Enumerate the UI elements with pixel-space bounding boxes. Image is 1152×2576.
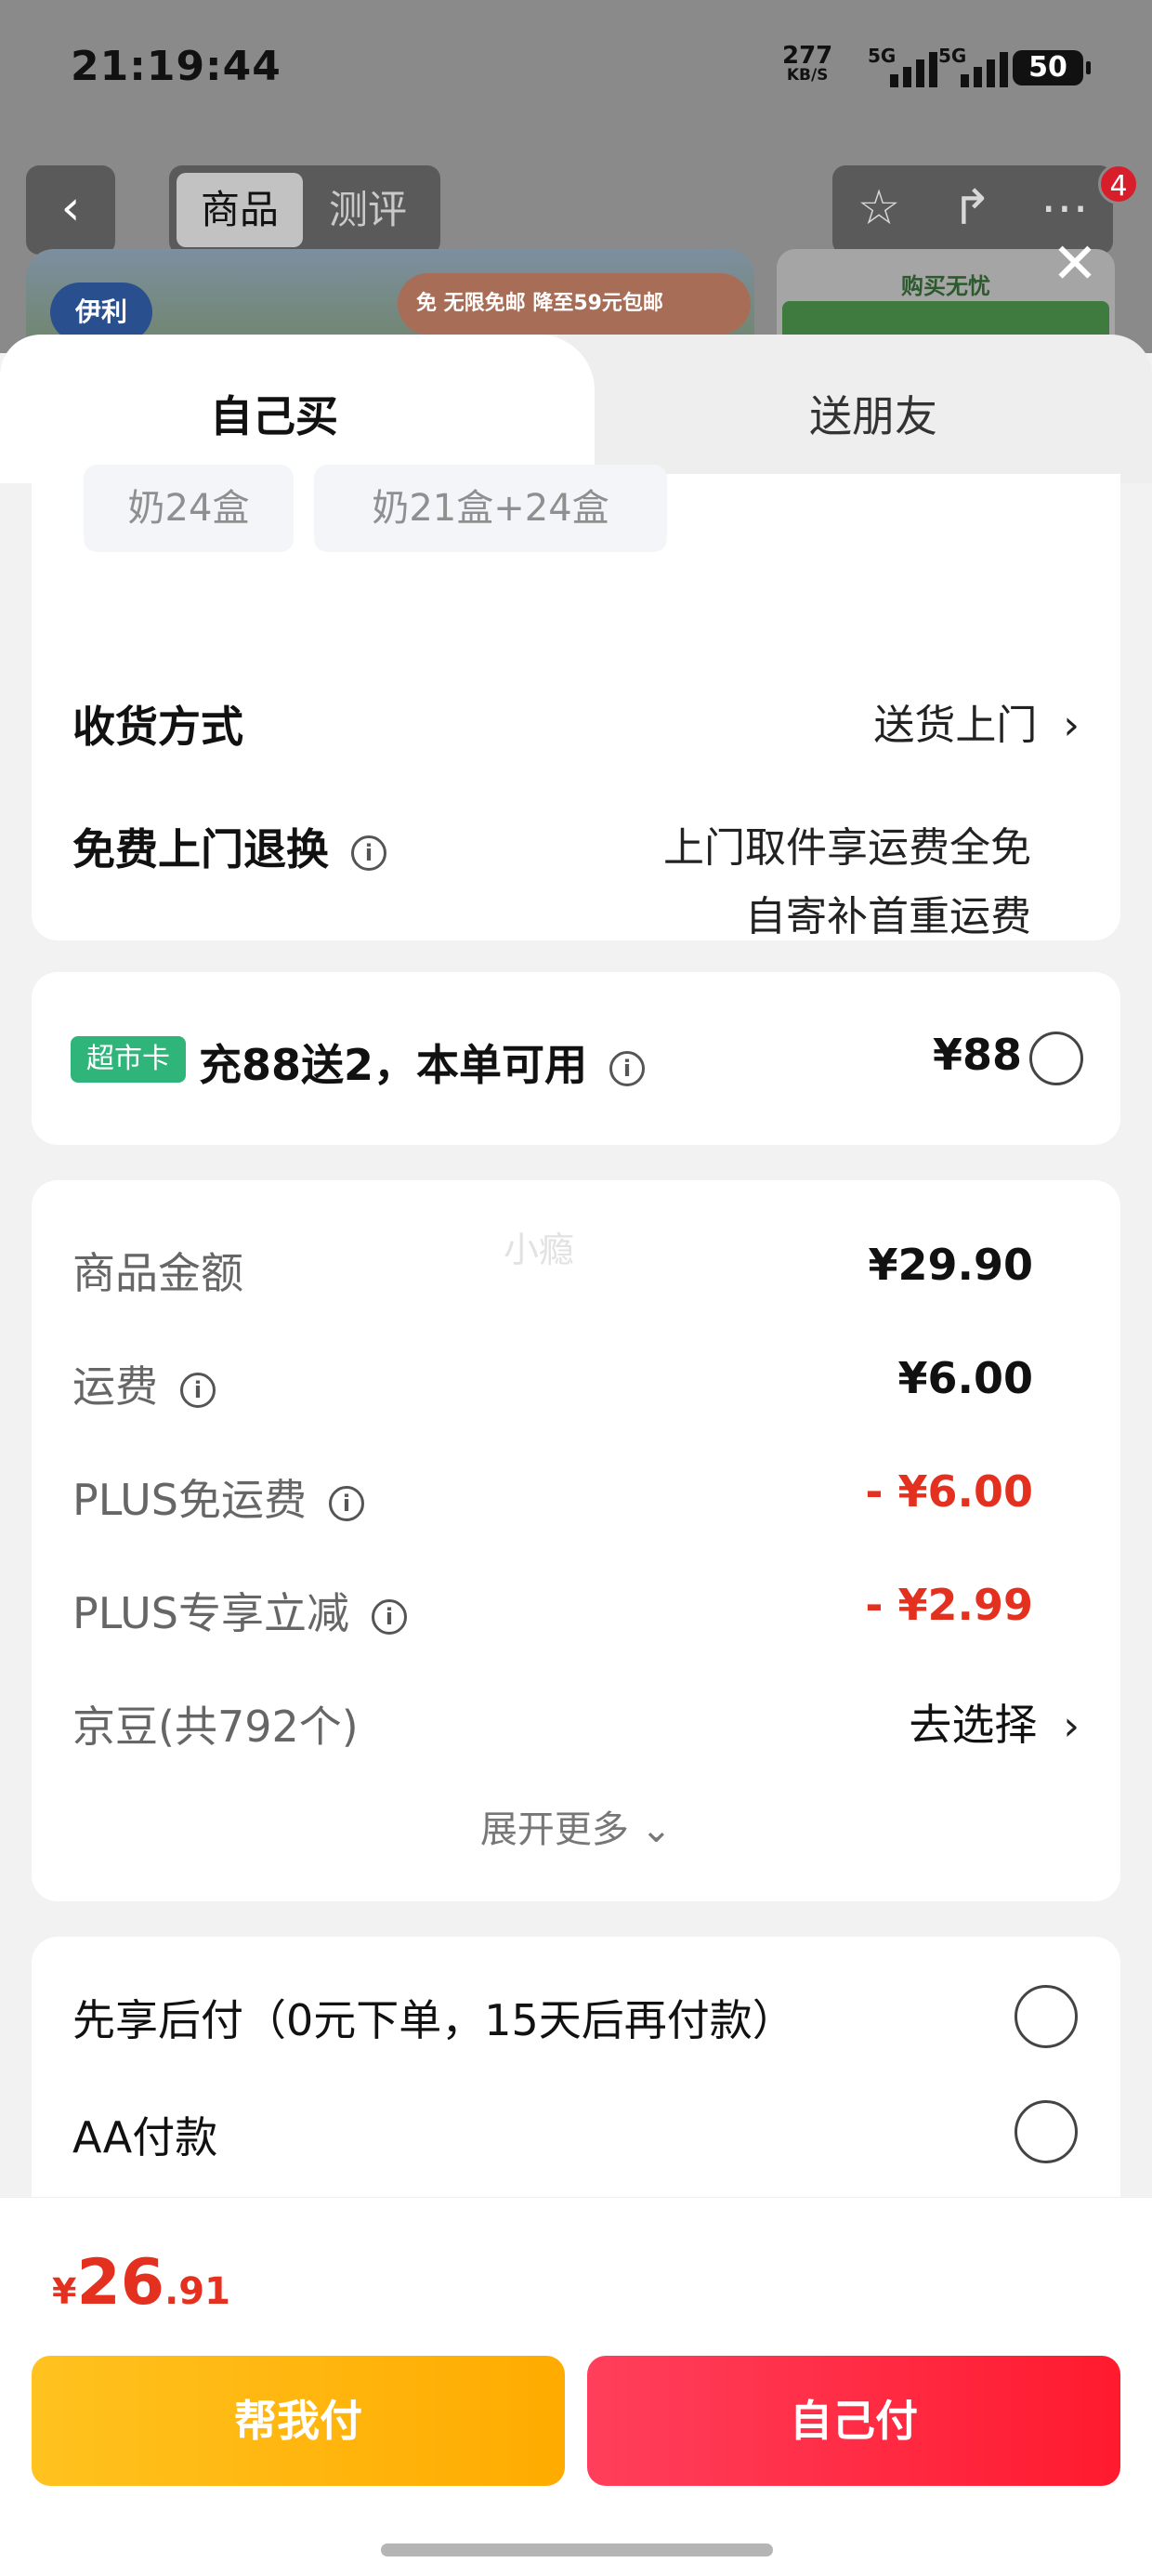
back-button[interactable]: ‹: [26, 165, 115, 255]
fee-card: 小瘾 商品金额 ¥29.90 运费 i ¥6.00 PLUS免运费 i - ¥6.0…: [32, 1180, 1120, 1901]
returns-label-text: 免费上门退换: [72, 824, 329, 874]
watermark: 小瘾: [504, 1229, 575, 1270]
chevron-left-icon: ‹: [60, 180, 81, 236]
fee-label-plus-discount: PLUS专享立减 i: [72, 1580, 407, 1641]
fee-label-plus-free-shipping: PLUS免运费 i: [72, 1466, 364, 1528]
delivery-label: 收货方式: [72, 702, 243, 752]
market-card-tag: 超市卡: [71, 1036, 186, 1083]
close-icon[interactable]: ✕: [1048, 236, 1102, 294]
status-time: 21:19:44: [71, 43, 281, 90]
fee-label-shipping: 运费 i: [72, 1353, 216, 1414]
market-card-radio[interactable]: [1029, 1032, 1083, 1085]
cart-badge: 4: [1098, 164, 1139, 204]
star-icon[interactable]: ☆: [832, 165, 925, 255]
promo-text: 免 无限免邮 降至59元包邮: [398, 273, 751, 335]
market-card-text: 充88送2，本单可用 i: [199, 1032, 646, 1093]
signal-label: 5G: [868, 45, 897, 67]
total-price: ¥26.91: [52, 2246, 230, 2320]
signal-icon: 5G: [868, 45, 942, 87]
fee-label-plus-free-shipping-text: PLUS免运费: [72, 1475, 307, 1525]
returns-line2: 自寄补首重运费: [745, 893, 1031, 940]
returns-line1: 上门取件享运费全免: [663, 824, 1031, 872]
info-icon[interactable]: i: [351, 835, 386, 871]
chevron-right-icon: ›: [1063, 702, 1080, 749]
home-indicator[interactable]: [381, 2543, 773, 2556]
fee-label-jingdou: 京豆(共792个): [72, 1702, 359, 1752]
aa-pay-label: AA付款: [72, 2112, 218, 2162]
fee-label-goods: 商品金额: [72, 1248, 243, 1298]
market-card-offer: 充88送2，本单可用: [199, 1040, 588, 1090]
tab-reviews[interactable]: 测评: [305, 173, 431, 247]
market-card: 超市卡 充88送2，本单可用 i ¥88: [32, 972, 1120, 1145]
net-speed-unit: KB/S: [786, 66, 829, 85]
fee-value-plus-free-shipping: - ¥6.00: [865, 1466, 1033, 1517]
status-bar: 21:19:44 277 KB/S 5G 5G 50: [0, 0, 1152, 139]
jingdou-select-label: 去选择: [909, 1700, 1038, 1750]
total-currency: ¥: [52, 2271, 77, 2312]
header-tabs: 商品 测评: [169, 165, 440, 255]
fee-label-plus-discount-text: PLUS专享立减: [72, 1588, 349, 1638]
delivery-card: 奶24盒 奶21盒+24盒 收货方式 送货上门 › 免费上门退换 i 上门取件享运费…: [32, 465, 1120, 940]
fee-value-plus-discount: - ¥2.99: [865, 1580, 1033, 1630]
fee-label-shipping-text: 运费: [72, 1361, 158, 1412]
info-icon[interactable]: i: [328, 1485, 364, 1521]
jingdou-select[interactable]: 去选择 ›: [909, 1691, 1080, 1753]
total-decimal: .91: [164, 2270, 230, 2313]
fee-value-shipping: ¥6.00: [897, 1353, 1033, 1403]
returns-label: 免费上门退换 i: [72, 816, 386, 877]
delivery-method[interactable]: 送货上门 ›: [873, 691, 1080, 751]
battery-icon: 50: [1013, 50, 1091, 85]
pay-later-label: 先享后付（0元下单，15天后再付款）: [72, 1995, 795, 2045]
checkout-bar: ¥26.91 帮我付 自己付: [0, 2197, 1152, 2576]
signal-icon-2: 5G: [938, 45, 1013, 87]
info-icon[interactable]: i: [180, 1372, 216, 1408]
share-icon[interactable]: ↱: [925, 165, 1018, 255]
aa-pay-radio[interactable]: [1015, 2100, 1078, 2163]
chevron-right-icon: ›: [1063, 1702, 1080, 1750]
self-pay-button[interactable]: 自己付: [587, 2356, 1120, 2486]
tab-friend-label: 送朋友: [809, 391, 937, 441]
network-speed: 277 KB/S: [782, 44, 832, 85]
signal-label-2: 5G: [938, 45, 967, 67]
info-icon[interactable]: i: [371, 1598, 407, 1635]
info-icon[interactable]: i: [609, 1050, 646, 1086]
sheet-tabs: 自己买 送朋友: [0, 335, 1152, 483]
chevron-down-icon: ⌄: [640, 1808, 673, 1851]
market-card-price: ¥88: [933, 1030, 1023, 1080]
expand-more[interactable]: 展开更多 ⌄: [32, 1799, 1120, 1853]
help-pay-button[interactable]: 帮我付: [32, 2356, 565, 2486]
pay-later-radio[interactable]: [1015, 1985, 1078, 2048]
spec-option[interactable]: 奶24盒: [84, 465, 294, 552]
tab-goods[interactable]: 商品: [177, 173, 303, 247]
delivery-value: 送货上门: [873, 702, 1038, 749]
spec-option[interactable]: 奶21盒+24盒: [314, 465, 667, 552]
fee-value-goods: ¥29.90: [868, 1240, 1033, 1290]
tab-self-label: 自己买: [210, 391, 338, 441]
expand-more-label: 展开更多: [479, 1808, 629, 1851]
total-integer: 26: [76, 2246, 165, 2320]
brand-logo: 伊利: [50, 283, 152, 342]
